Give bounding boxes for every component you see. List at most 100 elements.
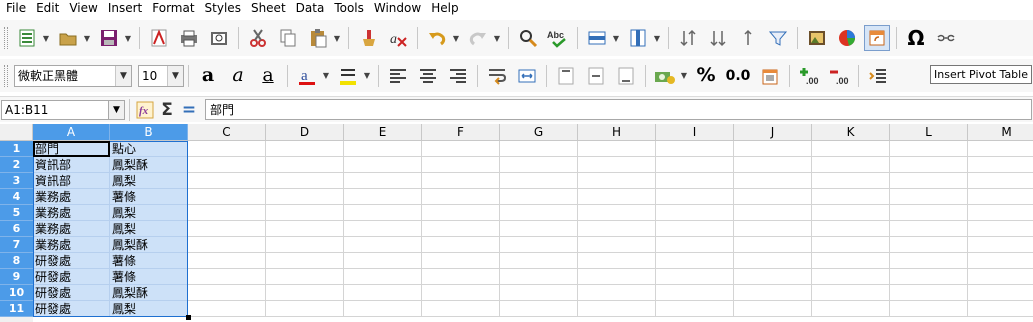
cell-a2[interactable]: 資訊部 [33,157,110,173]
column-header-f[interactable]: F [422,124,500,141]
cell-g9[interactable] [500,269,578,285]
cell-g8[interactable] [500,253,578,269]
cell-i6[interactable] [656,221,734,237]
cell-c8[interactable] [188,253,266,269]
cell-k2[interactable] [812,157,890,173]
cell-l4[interactable] [890,189,968,205]
print-icon[interactable] [176,25,202,51]
open-folder-icon[interactable] [55,25,81,51]
sort-icon[interactable] [675,25,701,51]
cell-c10[interactable] [188,285,266,301]
font-name-value[interactable]: 微軟正黑體 [15,67,115,84]
cell-b11[interactable]: 鳳梨 [110,301,188,317]
cell-i7[interactable] [656,237,734,253]
cell-f2[interactable] [422,157,500,173]
cell-d9[interactable] [266,269,344,285]
cell-b2[interactable]: 鳳梨酥 [110,157,188,173]
align-left-icon[interactable] [385,63,411,89]
column-header-l[interactable]: L [890,124,968,141]
column-header-c[interactable]: C [188,124,266,141]
cell-c9[interactable] [188,269,266,285]
font-size-combo[interactable]: 10 ▼ [138,64,184,87]
chevron-down-icon[interactable]: ▼ [83,34,91,43]
chevron-down-icon[interactable]: ▼ [333,34,341,43]
cell-k5[interactable] [812,205,890,221]
font-size-value[interactable]: 10 [139,69,167,83]
row-header[interactable]: 1 [0,141,33,157]
row-header[interactable]: 2 [0,157,33,173]
row-header[interactable] [0,317,33,322]
row-header[interactable]: 3 [0,173,33,189]
cell-e10[interactable] [344,285,422,301]
row-header[interactable]: 5 [0,205,33,221]
spelling-icon[interactable]: Abc [545,25,571,51]
autofilter-icon[interactable] [765,25,791,51]
column-header-j[interactable]: J [734,124,812,141]
toolbar-grip[interactable] [4,27,8,49]
cell-c2[interactable] [188,157,266,173]
cell-g7[interactable] [500,237,578,253]
chevron-down-icon[interactable]: ▼ [680,71,688,80]
menu-data[interactable]: Data [292,0,329,16]
cell-g6[interactable] [500,221,578,237]
row-icon[interactable] [584,25,610,51]
increase-indent-icon[interactable] [865,63,891,89]
cell-e8[interactable] [344,253,422,269]
cell-h4[interactable] [578,189,656,205]
menu-window[interactable]: Window [370,0,425,16]
cell-i10[interactable] [656,285,734,301]
column-header-k[interactable]: K [812,124,890,141]
menu-insert[interactable]: Insert [104,0,146,16]
bold-icon[interactable]: a [195,63,221,89]
cell-l6[interactable] [890,221,968,237]
cell-f5[interactable] [422,205,500,221]
cell-f8[interactable] [422,253,500,269]
cell-c6[interactable] [188,221,266,237]
cell-h2[interactable] [578,157,656,173]
cell-h3[interactable] [578,173,656,189]
cell-m2[interactable] [968,157,1033,173]
merge-cells-icon[interactable] [514,63,540,89]
cell-d1[interactable] [266,141,344,157]
cell-i5[interactable] [656,205,734,221]
cell-e11[interactable] [344,301,422,317]
row-header[interactable]: 9 [0,269,33,285]
number-format-button[interactable]: 0.0 [723,63,753,89]
cell-a6[interactable]: 業務處 [33,221,110,237]
delete-decimal-place-icon[interactable]: .00 [826,63,852,89]
cell-l2[interactable] [890,157,968,173]
formula-input[interactable]: 部門 [205,99,1032,120]
column-header-d[interactable]: D [266,124,344,141]
chevron-down-icon[interactable]: ▼ [167,65,183,86]
align-center-icon[interactable] [415,63,441,89]
cell-d5[interactable] [266,205,344,221]
cell-e9[interactable] [344,269,422,285]
menu-view[interactable]: View [65,0,101,16]
cut-icon[interactable] [245,25,271,51]
cell-e1[interactable] [344,141,422,157]
row-header[interactable]: 11 [0,301,33,317]
row-header[interactable]: 10 [0,285,33,301]
cell-m6[interactable] [968,221,1033,237]
menu-help[interactable]: Help [427,0,462,16]
column-header-i[interactable]: I [656,124,734,141]
chevron-down-icon[interactable]: ▼ [115,65,131,86]
cell-c11[interactable] [188,301,266,317]
cell-d3[interactable] [266,173,344,189]
cell-m3[interactable] [968,173,1033,189]
cell-a9[interactable]: 研發處 [33,269,110,285]
cell-m10[interactable] [968,285,1033,301]
cell-f9[interactable] [422,269,500,285]
cell-k11[interactable] [812,301,890,317]
align-bottom-icon[interactable] [613,63,639,89]
row-header[interactable]: 6 [0,221,33,237]
cell-j10[interactable] [734,285,812,301]
cell-m4[interactable] [968,189,1033,205]
align-top-icon[interactable] [553,63,579,89]
cell-m5[interactable] [968,205,1033,221]
cell-f1[interactable] [422,141,500,157]
paste-icon[interactable] [305,25,331,51]
cell-a8[interactable]: 研發處 [33,253,110,269]
cell-l5[interactable] [890,205,968,221]
column-header-e[interactable]: E [344,124,422,141]
